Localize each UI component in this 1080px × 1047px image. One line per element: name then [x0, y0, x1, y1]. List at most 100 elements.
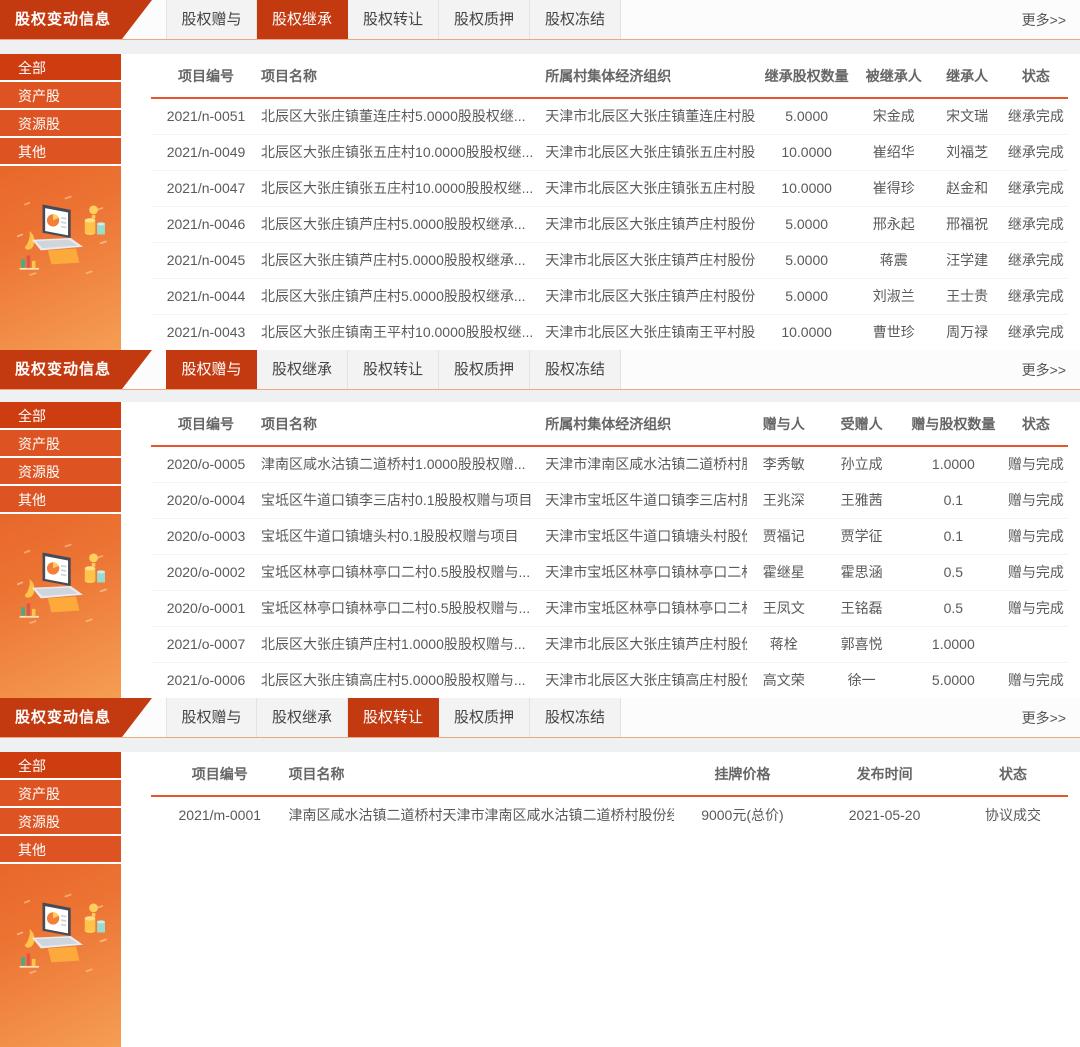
table-row[interactable]: 2021/n-0051北辰区大张庄镇董连庄村5.0000股股权继...天津市北辰… — [151, 98, 1068, 134]
table-cell: 赵金和 — [930, 170, 1003, 206]
table-cell: 0.5 — [903, 554, 1004, 590]
sidebar-item-全部[interactable]: 全部 — [0, 54, 121, 82]
table-cell: 北辰区大张庄镇张五庄村10.0000股股权继... — [261, 134, 545, 170]
table-row[interactable]: 2020/o-0004宝坻区牛道口镇李三店村0.1股股权赠与项目天津市宝坻区牛道… — [151, 482, 1068, 518]
tab-股权继承[interactable]: 股权继承 — [257, 698, 348, 737]
table-cell: 2021-05-20 — [811, 796, 958, 832]
table-row[interactable]: 2021/n-0043北辰区大张庄镇南王平村10.0000股股权继...天津市北… — [151, 314, 1068, 350]
table-cell: 北辰区大张庄镇芦庄村5.0000股股权继承... — [261, 206, 545, 242]
table-cell: 1.0000 — [903, 626, 1004, 662]
column-header: 继承人 — [930, 54, 1003, 98]
table-cell: 天津市北辰区大张庄镇张五庄村股... — [545, 134, 756, 170]
table-cell: 5.0000 — [756, 206, 857, 242]
more-link[interactable]: 更多>> — [1022, 350, 1080, 389]
sidebar-item-资产股[interactable]: 资产股 — [0, 82, 121, 110]
sidebar-item-资源股[interactable]: 资源股 — [0, 458, 121, 486]
column-header: 被继承人 — [857, 54, 930, 98]
tab-股权赠与[interactable]: 股权赠与 — [166, 698, 257, 737]
sidebar-item-全部[interactable]: 全部 — [0, 402, 121, 430]
panel-header: 股权变动信息 股权赠与股权继承股权转让股权质押股权冻结 更多>> — [0, 698, 1080, 738]
table-cell: 汪学建 — [930, 242, 1003, 278]
sidebar-item-其他[interactable]: 其他 — [0, 138, 121, 166]
more-link[interactable]: 更多>> — [1022, 0, 1080, 39]
tab-股权冻结[interactable]: 股权冻结 — [530, 350, 621, 389]
panel-title-ribbon: 股权变动信息 — [0, 698, 152, 737]
tab-bar: 股权赠与股权继承股权转让股权质押股权冻结 — [166, 0, 621, 39]
tab-股权赠与[interactable]: 股权赠与 — [166, 0, 257, 39]
table-cell: 继承完成 — [1004, 242, 1068, 278]
table-cell: 天津市宝坻区牛道口镇塘头村股份... — [545, 518, 747, 554]
table-cell: 2021/n-0049 — [151, 134, 261, 170]
table-cell: 曹世珍 — [857, 314, 930, 350]
table-cell: 协议成交 — [958, 796, 1068, 832]
tab-股权质押[interactable]: 股权质押 — [439, 350, 530, 389]
table-cell: 宝坻区牛道口镇李三店村0.1股股权赠与项目 — [261, 482, 545, 518]
panel-title-ribbon: 股权变动信息 — [0, 0, 152, 39]
table-cell: 王兆深 — [747, 482, 820, 518]
table-cell: 蒋栓 — [747, 626, 820, 662]
tab-股权冻结[interactable]: 股权冻结 — [530, 0, 621, 39]
table-cell: 蒋震 — [857, 242, 930, 278]
table-cell: 天津市北辰区大张庄镇张五庄村股... — [545, 170, 756, 206]
table-cell: 周万禄 — [930, 314, 1003, 350]
table-row[interactable]: 2020/o-0003宝坻区牛道口镇塘头村0.1股股权赠与项目天津市宝坻区牛道口… — [151, 518, 1068, 554]
tab-股权质押[interactable]: 股权质押 — [439, 698, 530, 737]
column-header: 所属村集体经济组织 — [545, 54, 756, 98]
sidebar-item-全部[interactable]: 全部 — [0, 752, 121, 780]
sidebar-item-其他[interactable]: 其他 — [0, 836, 121, 864]
table-row[interactable]: 2021/o-0007北辰区大张庄镇芦庄村1.0000股股权赠与...天津市北辰… — [151, 626, 1068, 662]
tab-股权转让[interactable]: 股权转让 — [348, 698, 439, 737]
column-header: 赠与人 — [747, 402, 820, 446]
table-row[interactable]: 2021/n-0046北辰区大张庄镇芦庄村5.0000股股权继承...天津市北辰… — [151, 206, 1068, 242]
equity-change-panel-transfer: 股权变动信息 股权赠与股权继承股权转让股权质押股权冻结 更多>> 全部资产股资源… — [0, 698, 1080, 1047]
table-cell: 天津市宝坻区林亭口镇林亭口二村... — [545, 554, 747, 590]
table-cell: 继承完成 — [1004, 134, 1068, 170]
sidebar-item-其他[interactable]: 其他 — [0, 486, 121, 514]
table-row[interactable]: 2021/n-0045北辰区大张庄镇芦庄村5.0000股股权继承...天津市北辰… — [151, 242, 1068, 278]
table-row[interactable]: 2021/n-0047北辰区大张庄镇张五庄村10.0000股股权继...天津市北… — [151, 170, 1068, 206]
table-cell: 2021/o-0007 — [151, 626, 261, 662]
table-cell: 天津市北辰区大张庄镇芦庄村股份... — [545, 278, 756, 314]
tab-股权继承[interactable]: 股权继承 — [257, 350, 348, 389]
tab-股权转让[interactable]: 股权转让 — [348, 350, 439, 389]
table-cell: 赠与完成 — [1004, 662, 1068, 698]
table-row[interactable]: 2020/o-0002宝坻区林亭口镇林亭口二村0.5股股权赠与...天津市宝坻区… — [151, 554, 1068, 590]
tab-股权赠与[interactable]: 股权赠与 — [166, 350, 257, 389]
table-row[interactable]: 2021/o-0006北辰区大张庄镇高庄村5.0000股股权赠与...天津市北辰… — [151, 662, 1068, 698]
table-cell: 北辰区大张庄镇董连庄村5.0000股股权继... — [261, 98, 545, 134]
table-cell: 赠与完成 — [1004, 554, 1068, 590]
sidebar-item-资产股[interactable]: 资产股 — [0, 430, 121, 458]
table-row[interactable]: 2021/m-0001津南区咸水沽镇二道桥村天津市津南区咸水沽镇二道桥村股份经.… — [151, 796, 1068, 832]
table-cell: 北辰区大张庄镇芦庄村5.0000股股权继承... — [261, 278, 545, 314]
tab-股权转让[interactable]: 股权转让 — [348, 0, 439, 39]
table-row[interactable]: 2021/n-0044北辰区大张庄镇芦庄村5.0000股股权继承...天津市北辰… — [151, 278, 1068, 314]
tab-股权质押[interactable]: 股权质押 — [439, 0, 530, 39]
table-cell: 津南区咸水沽镇二道桥村天津市津南区咸水沽镇二道桥村股份经... — [289, 796, 674, 832]
column-header: 赠与股权数量 — [903, 402, 1004, 446]
tab-股权继承[interactable]: 股权继承 — [257, 0, 348, 39]
tab-bar: 股权赠与股权继承股权转让股权质押股权冻结 — [166, 350, 621, 389]
table-cell: 2020/o-0003 — [151, 518, 261, 554]
table-cell: 2020/o-0002 — [151, 554, 261, 590]
dashboard-illustration — [12, 194, 110, 282]
table-cell: 继承完成 — [1004, 170, 1068, 206]
table-cell: 宝坻区林亭口镇林亭口二村0.5股股权赠与... — [261, 590, 545, 626]
table-cell: 5.0000 — [903, 662, 1004, 698]
table-cell: 5.0000 — [756, 278, 857, 314]
table-cell: 10.0000 — [756, 314, 857, 350]
table-row[interactable]: 2020/o-0005津南区咸水沽镇二道桥村1.0000股股权赠...天津市津南… — [151, 446, 1068, 482]
table-row[interactable]: 2020/o-0001宝坻区林亭口镇林亭口二村0.5股股权赠与...天津市宝坻区… — [151, 590, 1068, 626]
sidebar-item-资产股[interactable]: 资产股 — [0, 780, 121, 808]
sidebar-item-资源股[interactable]: 资源股 — [0, 110, 121, 138]
table-cell: 2020/o-0001 — [151, 590, 261, 626]
tab-股权冻结[interactable]: 股权冻结 — [530, 698, 621, 737]
table-cell: 5.0000 — [756, 98, 857, 134]
table-cell — [1004, 626, 1068, 662]
table-row[interactable]: 2021/n-0049北辰区大张庄镇张五庄村10.0000股股权继...天津市北… — [151, 134, 1068, 170]
more-link[interactable]: 更多>> — [1022, 698, 1080, 737]
table-cell: 邢福祝 — [930, 206, 1003, 242]
table-cell: 天津市北辰区大张庄镇高庄村股份... — [545, 662, 747, 698]
sidebar-item-资源股[interactable]: 资源股 — [0, 808, 121, 836]
table-cell: 孙立成 — [820, 446, 903, 482]
table-cell: 高文荣 — [747, 662, 820, 698]
